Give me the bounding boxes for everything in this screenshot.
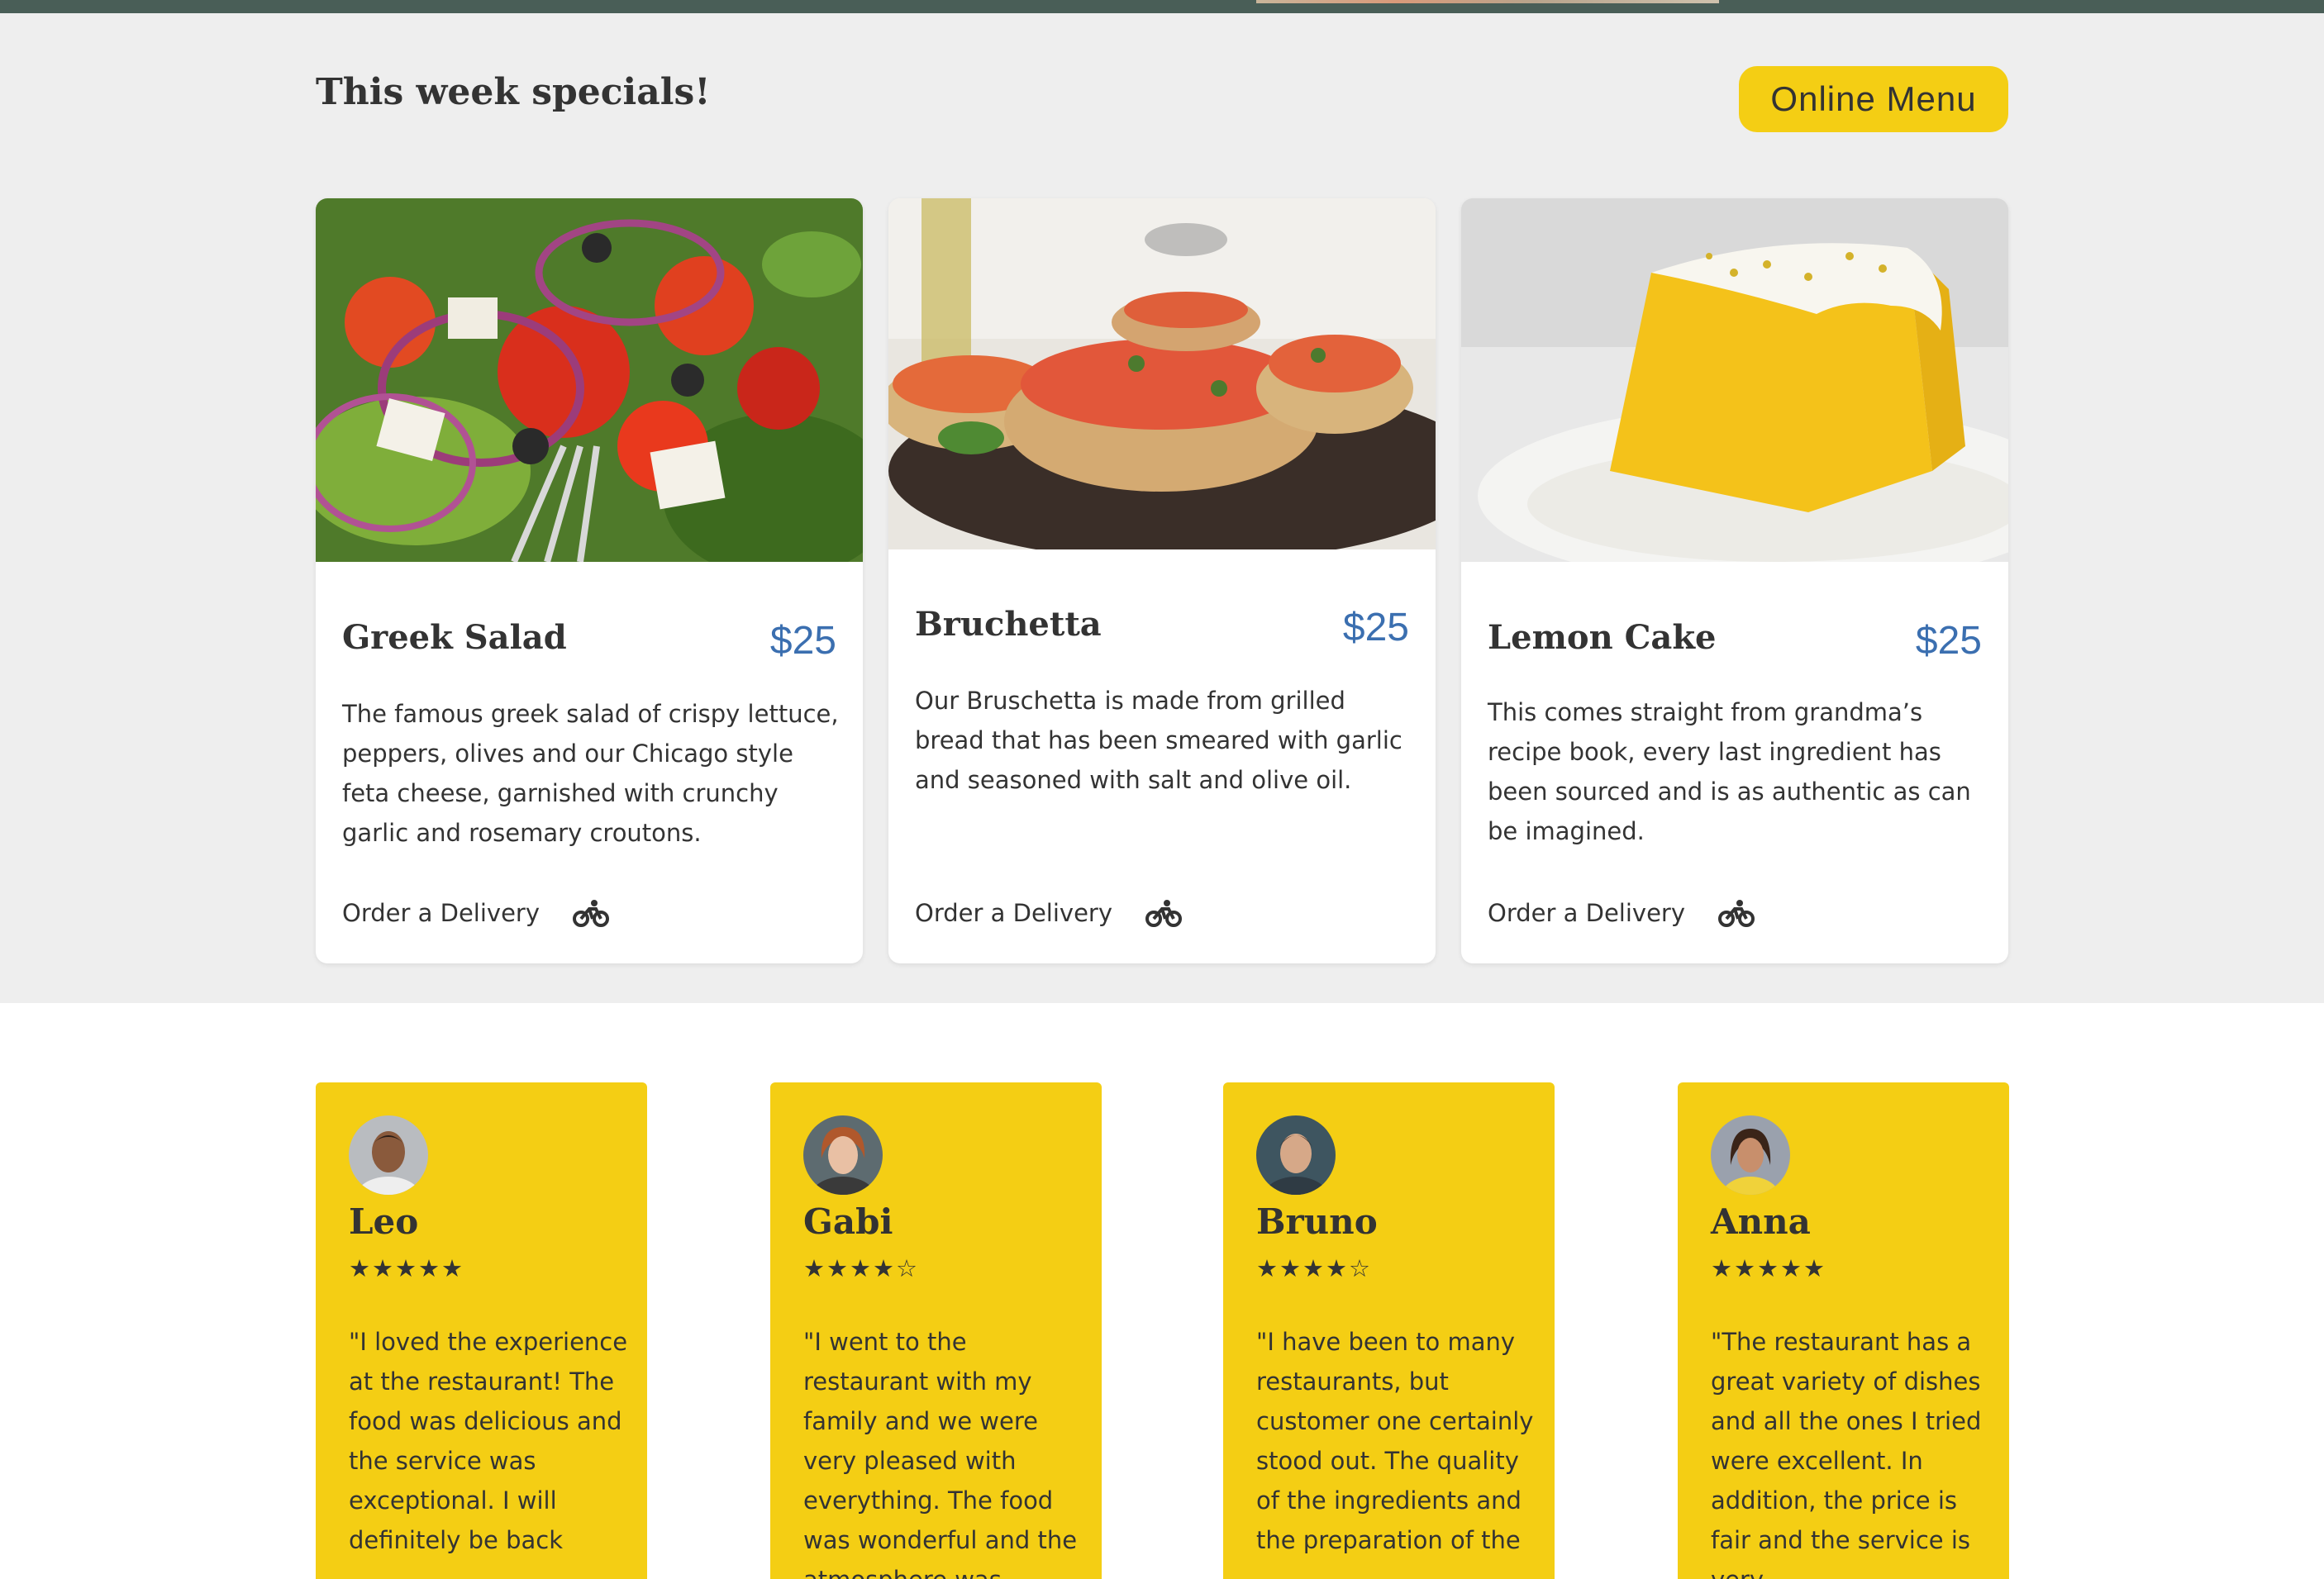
testimonial-card: Bruno ★★★★☆ "I have been to many restaur… [1223,1082,1555,1579]
order-delivery-label: Order a Delivery [915,899,1112,927]
online-menu-button[interactable]: Online Menu [1739,66,2008,132]
rating-stars: ★★★★★ [1711,1254,1826,1282]
order-delivery-link[interactable]: Order a Delivery [1488,899,1755,927]
order-delivery-label: Order a Delivery [342,899,540,927]
dish-price: $25 [1342,606,1409,649]
testimonial-card: Leo ★★★★★ "I loved the experience at the… [316,1082,647,1579]
testimonial-card: Anna ★★★★★ "The restaurant has a great v… [1678,1082,2009,1579]
dish-description: This comes straight from grandma’s recip… [1488,698,1971,845]
special-card-greek-salad: Greek Salad $25 The famous greek salad o… [316,198,863,963]
header-bar [0,0,2324,13]
order-delivery-link[interactable]: Order a Delivery [915,899,1182,927]
dish-description: Our Bruschetta is made from grilled brea… [915,687,1402,794]
reviewer-name: Leo [349,1201,419,1242]
bike-icon [1718,900,1755,927]
dish-name: Greek Salad [342,618,567,657]
review-text: "The restaurant has a great variety of d… [1711,1328,1982,1579]
special-card-lemon-cake: Lemon Cake $25 This comes straight from … [1461,198,2008,963]
lemon-cake-photo [1461,198,2008,562]
bruchetta-photo [888,198,1436,549]
avatar [349,1115,428,1195]
special-card-bruchetta: Bruchetta $25 Our Bruschetta is made fro… [888,198,1436,963]
hero-image-edge [1256,0,1719,3]
review-text: "I have been to many restaurants, but cu… [1256,1328,1534,1554]
testimonial-card: Gabi ★★★★☆ "I went to the restaurant wit… [770,1082,1102,1579]
dish-name: Bruchetta [915,605,1102,644]
bike-icon [573,900,609,927]
rating-stars: ★★★★☆ [803,1254,919,1282]
reviewer-name: Anna [1711,1201,1811,1242]
avatar [803,1115,883,1195]
dish-description: The famous greek salad of crispy lettuce… [342,700,839,847]
review-text: "I went to the restaurant with my family… [803,1328,1078,1579]
order-delivery-link[interactable]: Order a Delivery [342,899,609,927]
dish-price: $25 [769,619,836,663]
review-text: "I loved the experience at the restauran… [349,1328,628,1554]
reviewer-name: Gabi [803,1201,893,1242]
avatar [1711,1115,1790,1195]
rating-stars: ★★★★☆ [1256,1254,1372,1282]
greek-salad-photo [316,198,863,562]
specials-section: This week specials! Online Menu Greek Sa… [0,13,2324,1003]
reviewer-name: Bruno [1256,1201,1378,1242]
rating-stars: ★★★★★ [349,1254,464,1282]
specials-title: This week specials! [316,71,711,113]
dish-price: $25 [1915,619,1982,663]
bike-icon [1145,900,1182,927]
dish-name: Lemon Cake [1488,618,1717,657]
order-delivery-label: Order a Delivery [1488,899,1685,927]
avatar [1256,1115,1336,1195]
